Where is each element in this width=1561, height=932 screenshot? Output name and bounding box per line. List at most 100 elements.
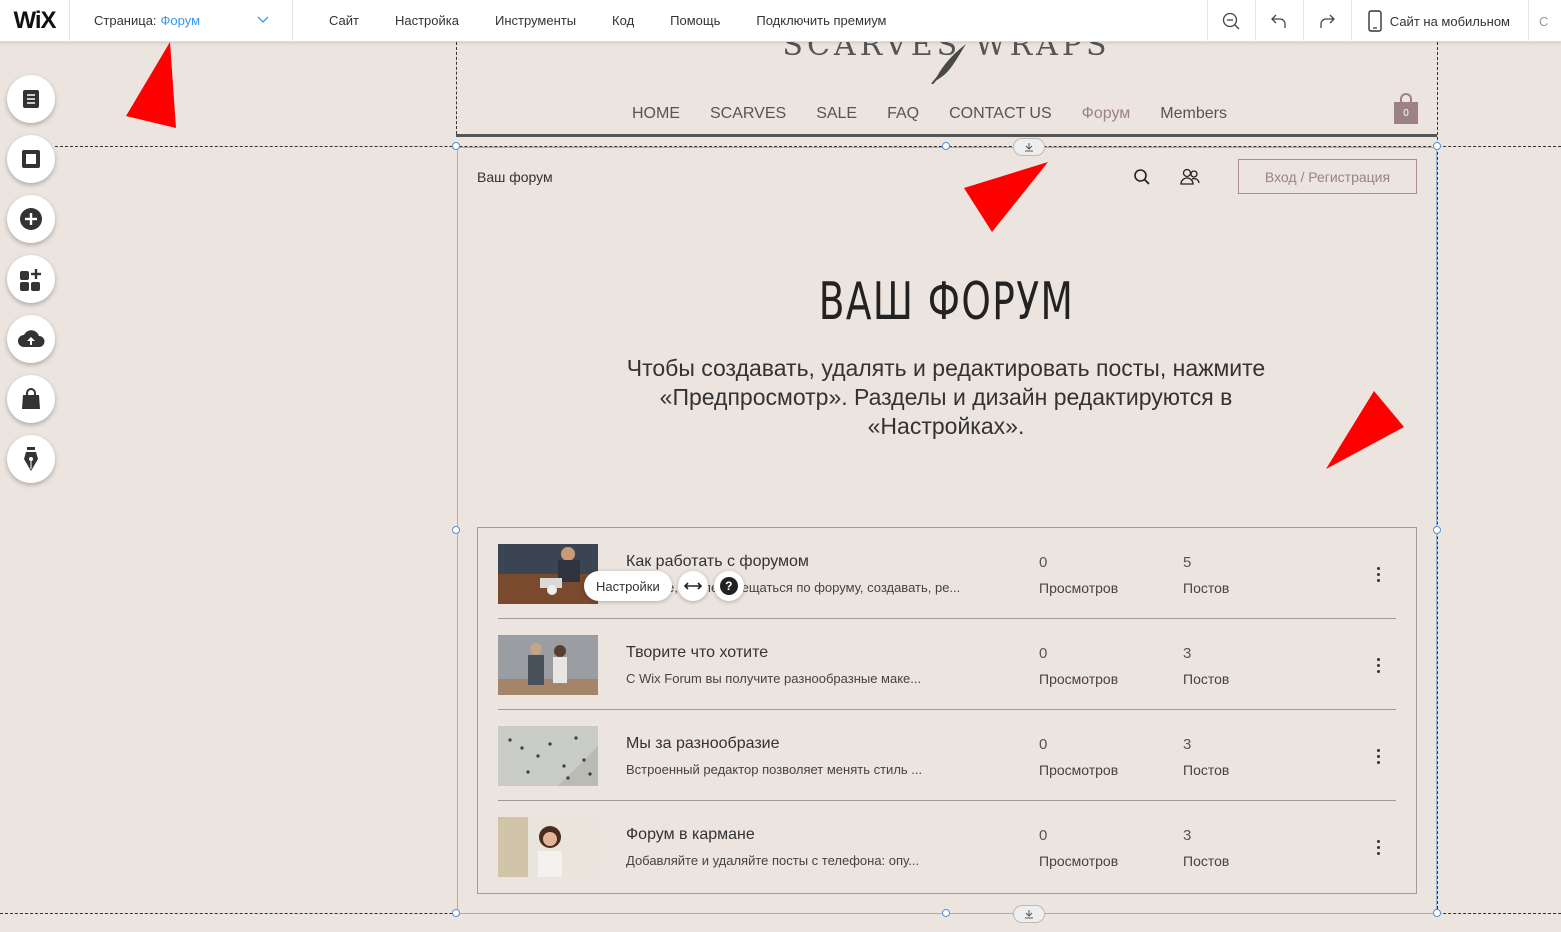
category-row[interactable]: Мы за разнообразие Встроенный редактор п… — [498, 710, 1396, 801]
more-options-icon[interactable] — [1370, 746, 1386, 766]
category-thumbnail — [498, 817, 598, 877]
redo-icon — [1320, 14, 1336, 28]
nav-sale[interactable]: SALE — [816, 105, 857, 123]
nav-scarves[interactable]: SCARVES — [710, 105, 786, 123]
resize-handle[interactable] — [1433, 142, 1441, 150]
download-arrow-icon — [1025, 910, 1033, 919]
page-selector-value: Форум — [160, 13, 201, 28]
menu-item-settings[interactable]: Настройка — [395, 13, 459, 28]
media-upload-button[interactable] — [7, 315, 55, 363]
menu-item-site[interactable]: Сайт — [329, 13, 359, 28]
members-icon[interactable] — [1179, 167, 1201, 187]
category-thumbnail — [498, 726, 598, 786]
nav-faq[interactable]: FAQ — [887, 105, 919, 123]
resize-handle[interactable] — [452, 526, 460, 534]
category-image — [498, 726, 598, 786]
posts-label: Постов — [1183, 762, 1230, 778]
pages-icon — [23, 90, 39, 108]
category-description: С Wix Forum вы получите разнообразные ма… — [626, 671, 922, 686]
nav-members[interactable]: Members — [1160, 105, 1227, 123]
posts-count: 3 — [1183, 645, 1192, 662]
posts-count: 5 — [1183, 554, 1192, 571]
menu-item-code[interactable]: Код — [612, 13, 634, 28]
category-image — [498, 817, 598, 877]
zoom-out-icon — [1223, 12, 1240, 30]
category-thumbnail — [498, 635, 598, 695]
topbar-extra-label[interactable]: С — [1529, 0, 1561, 42]
header-bottom-border — [456, 134, 1437, 137]
chevron-down-icon — [257, 16, 269, 23]
resize-handle[interactable] — [452, 142, 460, 150]
store-button[interactable] — [7, 375, 55, 423]
resize-handle[interactable] — [942, 142, 950, 150]
resize-handle[interactable] — [1433, 909, 1441, 917]
category-title[interactable]: Форум в кармане — [626, 826, 755, 844]
menu-item-help[interactable]: Помощь — [670, 13, 720, 28]
mobile-view-button[interactable]: Сайт на мобильном — [1350, 0, 1529, 42]
category-row[interactable]: Творите что хотите С Wix Forum вы получи… — [498, 619, 1396, 710]
mobile-view-label: Сайт на мобильном — [1389, 13, 1510, 29]
upload-icon — [18, 330, 45, 347]
app-market-icon — [20, 269, 41, 291]
settings-button[interactable]: Настройки — [584, 571, 672, 601]
nav-home[interactable]: HOME — [632, 105, 680, 123]
cart-button[interactable]: 0 — [1393, 92, 1419, 126]
resize-handle[interactable] — [452, 909, 460, 917]
posts-label: Постов — [1183, 580, 1230, 596]
redo-button[interactable] — [1302, 0, 1351, 42]
category-row[interactable]: Форум в кармане Добавляйте и удаляйте по… — [498, 801, 1396, 892]
site-header[interactable]: SCARVES WRAPS HOME SCARVES SALE FAQ CONT… — [456, 28, 1437, 136]
search-icon[interactable] — [1133, 168, 1151, 186]
nav-forum[interactable]: Форум — [1082, 105, 1131, 123]
menu-item-tools[interactable]: Инструменты — [495, 13, 576, 28]
background-button[interactable] — [7, 135, 55, 183]
posts-count: 3 — [1183, 736, 1192, 753]
category-image — [498, 635, 598, 695]
editor-menu: Сайт Настройка Инструменты Код Помощь По… — [293, 0, 923, 42]
category-title[interactable]: Мы за разнообразие — [626, 735, 780, 753]
anchor-tab-top[interactable] — [1013, 138, 1045, 156]
zoom-out-button[interactable] — [1206, 0, 1255, 42]
posts-label: Постов — [1183, 853, 1230, 869]
pages-menu-button[interactable] — [7, 75, 55, 123]
category-title[interactable]: Творите что хотите — [626, 644, 768, 662]
cart-count: 0 — [1403, 108, 1409, 119]
more-options-icon[interactable] — [1370, 837, 1386, 857]
site-nav: HOME SCARVES SALE FAQ CONTACT US Форум M… — [632, 105, 1257, 123]
guide-line-right — [1437, 42, 1438, 914]
forum-title: ВАШ ФОРУМ — [818, 272, 1075, 332]
mobile-phone-icon — [1368, 10, 1382, 32]
views-count: 0 — [1039, 827, 1048, 844]
feather-logo-icon — [931, 44, 966, 84]
undo-button[interactable] — [1254, 0, 1303, 42]
annotation-arrow-icon — [126, 42, 176, 128]
resize-handle[interactable] — [942, 909, 950, 917]
page-selector[interactable]: Страница: Форум — [70, 0, 293, 42]
add-element-button[interactable] — [7, 195, 55, 243]
blog-button[interactable] — [7, 435, 55, 483]
more-options-icon[interactable] — [1370, 564, 1386, 584]
category-title[interactable]: Как работать с форумом — [626, 553, 809, 571]
views-label: Просмотров — [1039, 762, 1119, 778]
login-signup-button[interactable]: Вход / Регистрация — [1238, 159, 1417, 194]
forum-description: Чтобы создавать, удалять и редактировать… — [626, 355, 1266, 439]
app-market-button[interactable] — [7, 255, 55, 303]
views-label: Просмотров — [1039, 671, 1119, 687]
views-label: Просмотров — [1039, 853, 1119, 869]
views-count: 0 — [1039, 554, 1048, 571]
annotation-arrow-icon — [964, 162, 1048, 232]
views-label: Просмотров — [1039, 580, 1119, 596]
resize-handle[interactable] — [1433, 526, 1441, 534]
posts-count: 3 — [1183, 827, 1192, 844]
more-options-icon[interactable] — [1370, 655, 1386, 675]
help-icon: ? — [719, 577, 738, 595]
wix-logo[interactable]: WiX — [0, 0, 70, 42]
undo-icon — [1271, 14, 1286, 28]
anchor-tab-bottom[interactable] — [1013, 905, 1045, 923]
posts-label: Постов — [1183, 671, 1230, 687]
menu-item-upgrade[interactable]: Подключить премиум — [756, 13, 886, 28]
forum-bar-title[interactable]: Ваш форум — [477, 169, 553, 185]
nav-contact-us[interactable]: CONTACT US — [949, 105, 1052, 123]
help-button[interactable]: ? — [713, 571, 744, 601]
stretch-button[interactable] — [677, 571, 708, 601]
